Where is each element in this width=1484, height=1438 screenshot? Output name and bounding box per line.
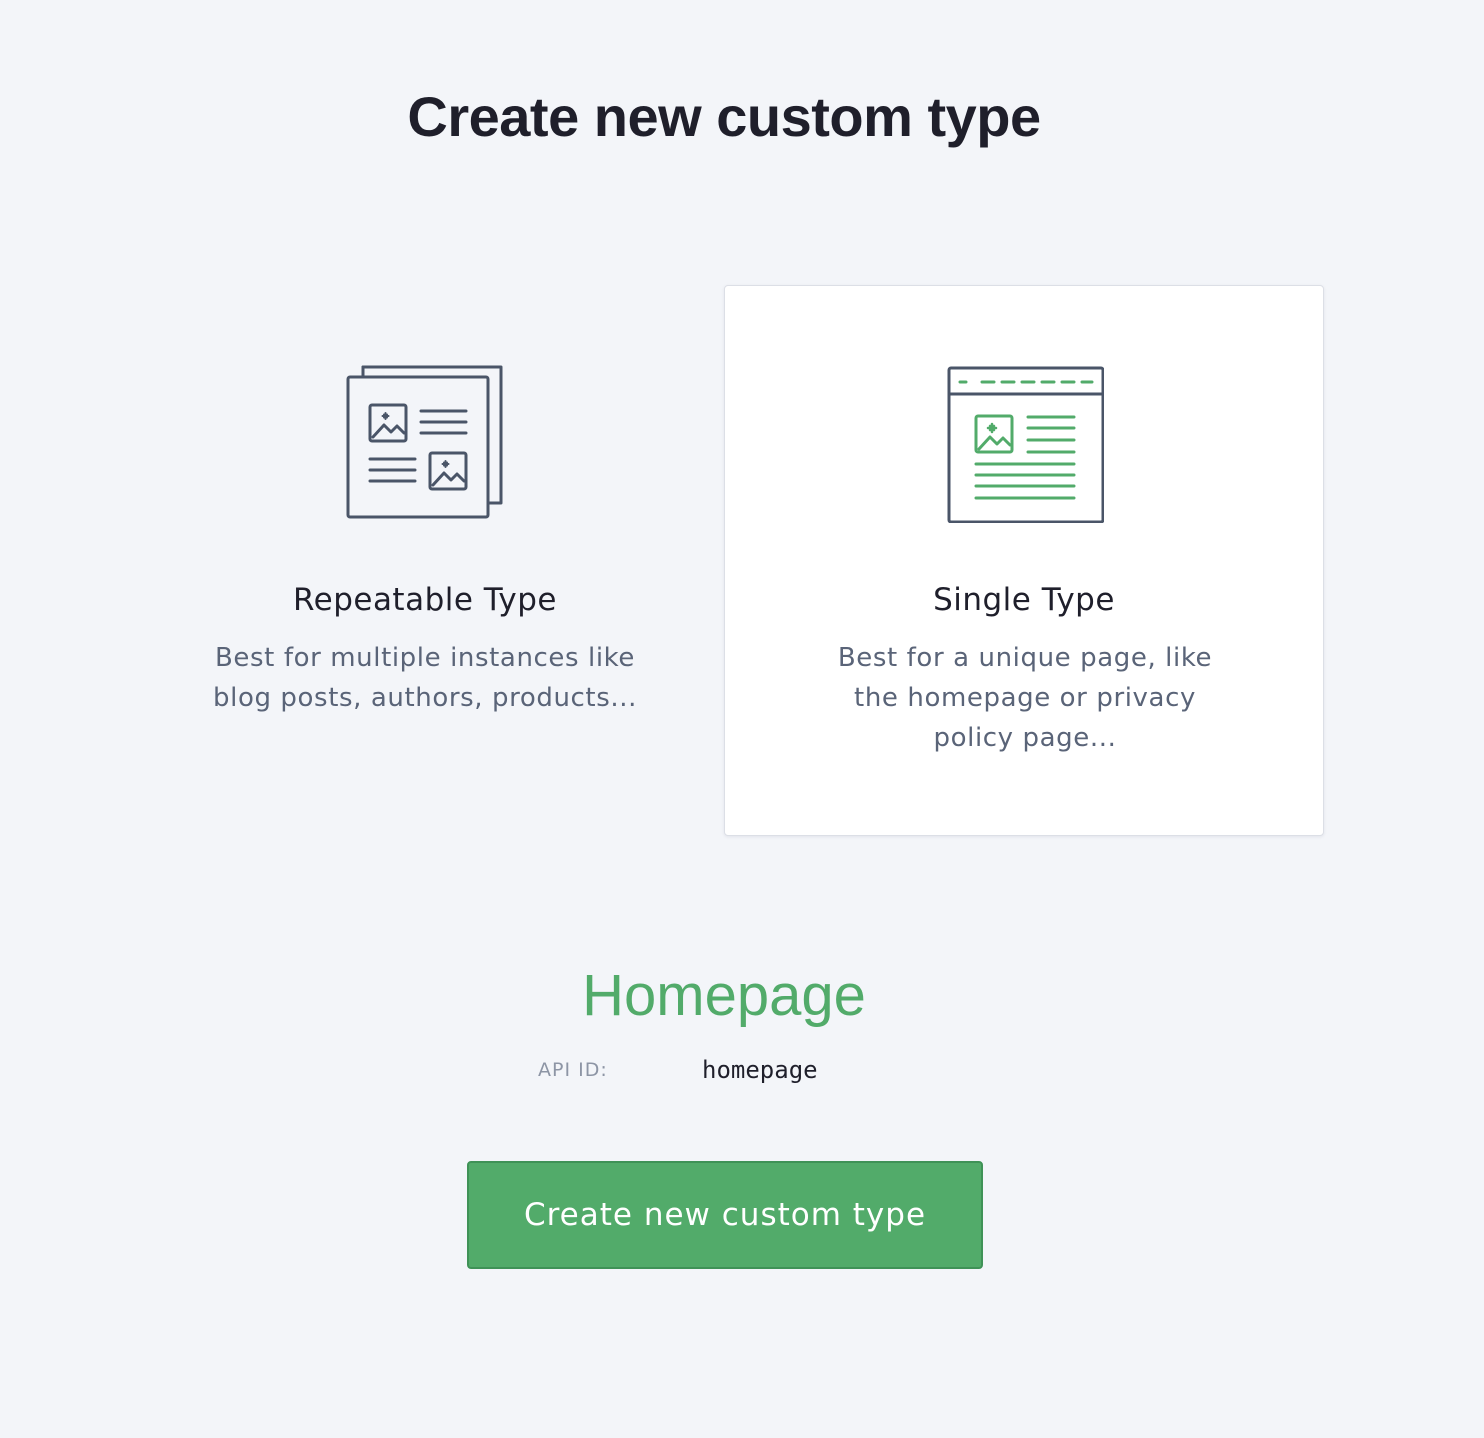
api-id-label: API ID: <box>538 1059 608 1081</box>
single-type-title: Single Type <box>933 582 1115 618</box>
custom-type-name[interactable]: Homepage <box>0 958 1448 1034</box>
repeatable-type-option[interactable]: Repeatable Type Best for multiple instan… <box>125 285 725 836</box>
repeatable-documents-icon <box>346 365 503 519</box>
create-custom-type-button[interactable]: Create new custom type <box>467 1161 983 1269</box>
single-type-option[interactable]: Single Type Best for a unique page, like… <box>724 285 1324 836</box>
repeatable-type-title: Repeatable Type <box>292 582 558 618</box>
repeatable-type-description: Best for multiple instances like blog po… <box>213 643 637 713</box>
single-page-icon <box>947 366 1104 523</box>
single-type-description: Best for a unique page, like the homepag… <box>837 643 1213 753</box>
api-id-value[interactable]: homepage <box>702 1055 818 1085</box>
page-title: Create new custom type <box>407 85 1041 148</box>
